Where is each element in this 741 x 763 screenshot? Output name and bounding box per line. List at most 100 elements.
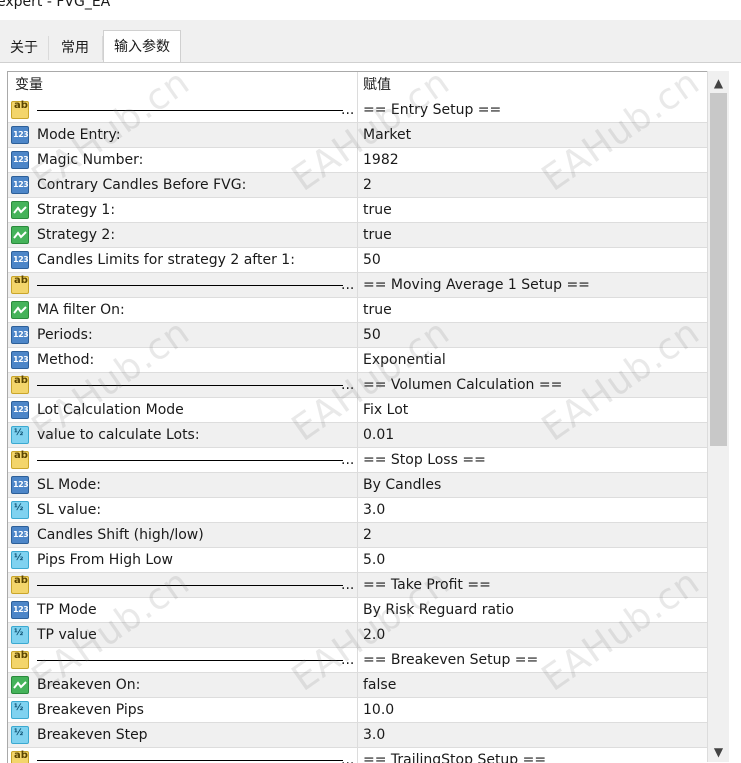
variable-value[interactable]: 2.0 (363, 623, 385, 648)
variable-value[interactable]: Exponential (363, 348, 446, 373)
variable-value[interactable]: true (363, 223, 392, 248)
variable-value[interactable]: == Entry Setup == (363, 98, 501, 123)
icon-glyph: 123 (13, 155, 29, 164)
variable-name: Breakeven Step (37, 727, 148, 743)
column-divider (357, 723, 358, 747)
icon-glyph: ab (14, 450, 28, 461)
table-row[interactable]: ab ——————————————————————... == TrailingSt… (8, 748, 708, 763)
variable-value[interactable]: 3.0 (363, 723, 385, 748)
variable-value[interactable]: Market (363, 123, 411, 148)
header-divider[interactable] (357, 72, 358, 98)
vertical-scrollbar[interactable]: ▲ ▼ (707, 71, 729, 762)
truncation-ellipsis: ... (341, 452, 355, 468)
variable-value[interactable]: true (363, 198, 392, 223)
variable-value[interactable]: false (363, 673, 396, 698)
table-row[interactable]: ab ——————————————————————... == Stop Loss … (8, 448, 708, 473)
separator-line: —————————————————————— (37, 285, 343, 286)
table-row[interactable]: Strategy 2: true (8, 223, 708, 248)
table-row[interactable]: ½ Breakeven Step 3.0 (8, 723, 708, 748)
truncation-ellipsis: ... (341, 577, 355, 593)
table-row[interactable]: 123 Mode Entry: Market (8, 123, 708, 148)
separator-line: —————————————————————— (37, 585, 343, 586)
table-row[interactable]: 123 Candles Shift (high/low) 2 (8, 523, 708, 548)
table-row[interactable]: ½ Pips From High Low 5.0 (8, 548, 708, 573)
boolean-type-icon (11, 301, 29, 319)
column-divider (357, 673, 358, 697)
table-row[interactable]: 123 Candles Limits for strategy 2 after 1… (8, 248, 708, 273)
column-divider (357, 398, 358, 422)
tab-common[interactable]: 常用 (48, 36, 103, 60)
table-row[interactable]: ab ——————————————————————... == Entry Setu… (8, 98, 708, 123)
variable-name: Magic Number: (37, 152, 144, 168)
tab-about[interactable]: 关于 (0, 36, 49, 60)
column-header-variable[interactable]: 变量 (15, 72, 43, 98)
scroll-thumb[interactable] (710, 93, 727, 446)
column-divider (357, 248, 358, 272)
variable-value[interactable]: 3.0 (363, 498, 385, 523)
grid-header: 变量 赋值 (8, 72, 708, 98)
column-divider (357, 473, 358, 497)
column-header-value[interactable]: 赋值 (363, 72, 391, 98)
variable-value[interactable]: By Candles (363, 473, 441, 498)
variable-value[interactable]: 50 (363, 248, 381, 273)
integer-type-icon: 123 (11, 251, 29, 269)
variable-value[interactable]: == Moving Average 1 Setup == (363, 273, 590, 298)
variable-value[interactable]: By Risk Reguard ratio (363, 598, 514, 623)
variable-value[interactable]: == Breakeven Setup == (363, 648, 538, 673)
variable-value[interactable]: == Stop Loss == (363, 448, 486, 473)
column-divider (357, 573, 358, 597)
variable-name: Method: (37, 352, 95, 368)
table-row[interactable]: ab ——————————————————————... == Volumen Ca… (8, 373, 708, 398)
column-divider (357, 98, 358, 122)
scroll-down-arrow-icon[interactable]: ▼ (708, 742, 729, 762)
table-row[interactable]: 123 SL Mode: By Candles (8, 473, 708, 498)
variable-value[interactable]: 2 (363, 523, 372, 548)
integer-type-icon: 123 (11, 351, 29, 369)
variable-value[interactable]: 0.01 (363, 423, 394, 448)
table-row[interactable]: 123 Method: Exponential (8, 348, 708, 373)
variable-value[interactable]: 5.0 (363, 548, 385, 573)
variable-name: Strategy 2: (37, 227, 116, 243)
variable-name: Pips From High Low (37, 552, 173, 568)
table-row[interactable]: Breakeven On: false (8, 673, 708, 698)
table-row[interactable]: MA filter On: true (8, 298, 708, 323)
icon-glyph: 123 (13, 405, 29, 414)
scroll-up-arrow-icon[interactable]: ▲ (708, 73, 729, 93)
icon-glyph: 123 (13, 605, 29, 614)
table-row[interactable]: ½ value to calculate Lots: 0.01 (8, 423, 708, 448)
variable-name: TP Mode (37, 602, 97, 618)
table-row[interactable]: ½ Breakeven Pips 10.0 (8, 698, 708, 723)
variable-value[interactable]: Fix Lot (363, 398, 408, 423)
variable-value[interactable]: 50 (363, 323, 381, 348)
variable-value[interactable]: 1982 (363, 148, 399, 173)
table-row[interactable]: ab ——————————————————————... == Breakeven … (8, 648, 708, 673)
table-row[interactable]: 123 Lot Calculation Mode Fix Lot (8, 398, 708, 423)
table-row[interactable]: ½ TP value 2.0 (8, 623, 708, 648)
column-divider (357, 598, 358, 622)
variable-value[interactable]: 10.0 (363, 698, 394, 723)
table-row[interactable]: 123 Magic Number: 1982 (8, 148, 708, 173)
tab-inputs[interactable]: 输入参数 (103, 30, 181, 63)
string-type-icon: ab (11, 575, 29, 594)
double-type-icon: ½ (11, 551, 29, 569)
variable-name: MA filter On: (37, 302, 125, 318)
table-row[interactable]: Strategy 1: true (8, 198, 708, 223)
table-row[interactable]: 123 Contrary Candles Before FVG: 2 (8, 173, 708, 198)
variable-value[interactable]: true (363, 298, 392, 323)
tab-strip: 关于 常用 输入参数 (0, 20, 741, 63)
table-row[interactable]: ½ SL value: 3.0 (8, 498, 708, 523)
column-divider (357, 198, 358, 222)
table-row[interactable]: 123 TP Mode By Risk Reguard ratio (8, 598, 708, 623)
icon-glyph: 123 (13, 355, 29, 364)
table-row[interactable]: ab ——————————————————————... == Moving Ave… (8, 273, 708, 298)
variable-value[interactable]: == Take Profit == (363, 573, 491, 598)
separator-line: —————————————————————— (37, 760, 343, 761)
variable-value[interactable]: == Volumen Calculation == (363, 373, 562, 398)
table-row[interactable]: 123 Periods: 50 (8, 323, 708, 348)
variable-value[interactable]: 2 (363, 173, 372, 198)
table-row[interactable]: ab ——————————————————————... == Take Profi… (8, 573, 708, 598)
icon-glyph: ab (14, 575, 28, 586)
column-divider (357, 748, 358, 763)
variable-value[interactable]: == TrailingStop Setup == (363, 748, 546, 763)
integer-type-icon: 123 (11, 401, 29, 419)
